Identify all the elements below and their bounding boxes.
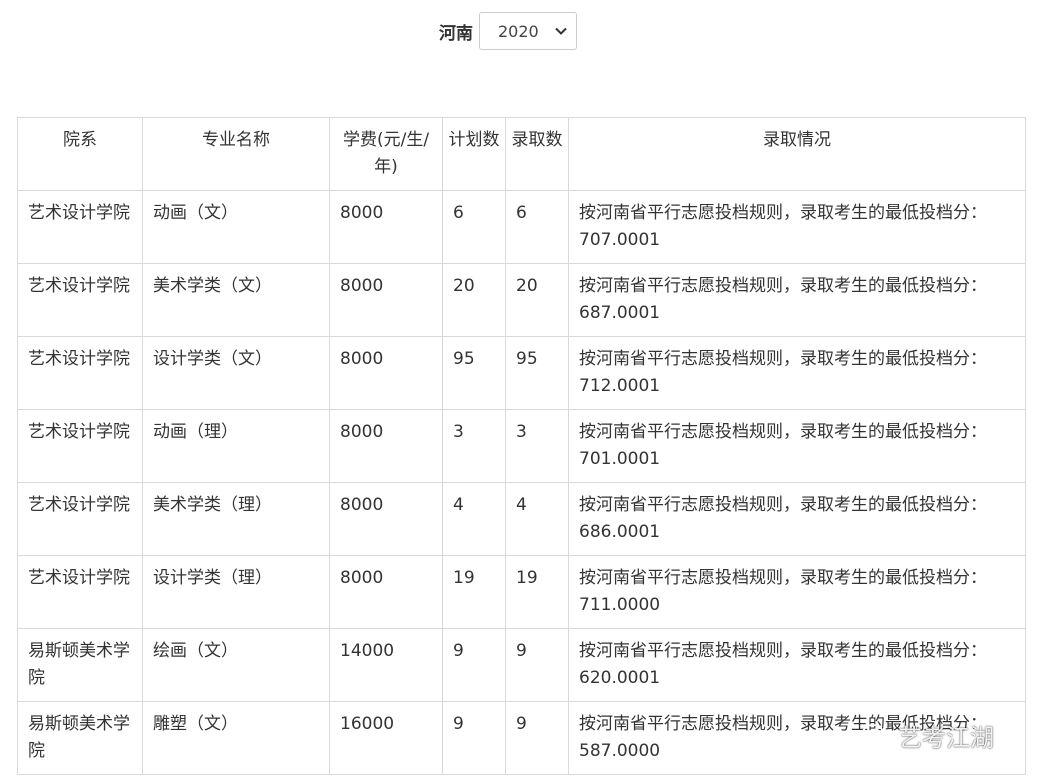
cell-major: 绘画（文） bbox=[142, 628, 330, 702]
cell-major: 动画（理） bbox=[142, 409, 330, 483]
cell-status: 按河南省平行志愿投档规则，录取考生的最低投档分：587.0000 bbox=[568, 701, 1026, 775]
cell-fee: 8000 bbox=[329, 482, 443, 556]
table-row: 易斯顿美术学院 绘画（文） 14000 9 9 按河南省平行志愿投档规则，录取考… bbox=[17, 628, 1026, 702]
table-row: 艺术设计学院 动画（理） 8000 3 3 按河南省平行志愿投档规则，录取考生的… bbox=[17, 409, 1026, 483]
cell-plan: 6 bbox=[442, 190, 506, 264]
cell-fee: 16000 bbox=[329, 701, 443, 775]
header-plan: 计划数 bbox=[442, 117, 506, 191]
cell-plan: 4 bbox=[442, 482, 506, 556]
table-row: 艺术设计学院 动画（文） 8000 6 6 按河南省平行志愿投档规则，录取考生的… bbox=[17, 190, 1026, 264]
cell-fee: 8000 bbox=[329, 263, 443, 337]
cell-admit: 6 bbox=[505, 190, 569, 264]
cell-dept: 易斯顿美术学院 bbox=[17, 701, 143, 775]
cell-status: 按河南省平行志愿投档规则，录取考生的最低投档分：620.0001 bbox=[568, 628, 1026, 702]
cell-dept: 艺术设计学院 bbox=[17, 482, 143, 556]
cell-admit: 20 bbox=[505, 263, 569, 337]
cell-status: 按河南省平行志愿投档规则，录取考生的最低投档分：712.0001 bbox=[568, 336, 1026, 410]
table-row: 艺术设计学院 设计学类（文） 8000 95 95 按河南省平行志愿投档规则，录… bbox=[17, 336, 1026, 410]
cell-major: 雕塑（文） bbox=[142, 701, 330, 775]
cell-dept: 艺术设计学院 bbox=[17, 409, 143, 483]
cell-admit: 4 bbox=[505, 482, 569, 556]
header-major: 专业名称 bbox=[142, 117, 330, 191]
cell-dept: 艺术设计学院 bbox=[17, 263, 143, 337]
cell-dept: 艺术设计学院 bbox=[17, 190, 143, 264]
header-dept: 院系 bbox=[17, 117, 143, 191]
filter-bar: 河南 2020 bbox=[0, 12, 1044, 50]
cell-admit: 95 bbox=[505, 336, 569, 410]
chevron-down-icon bbox=[550, 27, 572, 35]
cell-dept: 艺术设计学院 bbox=[17, 555, 143, 629]
cell-major: 美术学类（文） bbox=[142, 263, 330, 337]
cell-major: 动画（文） bbox=[142, 190, 330, 264]
cell-major: 设计学类（理） bbox=[142, 555, 330, 629]
year-select-value: 2020 bbox=[498, 21, 539, 41]
table-row: 艺术设计学院 美术学类（理） 8000 4 4 按河南省平行志愿投档规则，录取考… bbox=[17, 482, 1026, 556]
table-row: 艺术设计学院 美术学类（文） 8000 20 20 按河南省平行志愿投档规则，录… bbox=[17, 263, 1026, 337]
cell-admit: 9 bbox=[505, 628, 569, 702]
admission-table: 院系 专业名称 学费(元/生/年) 计划数 录取数 录取情况 艺术设计学院 动画… bbox=[17, 117, 1026, 775]
table-header-row: 院系 专业名称 学费(元/生/年) 计划数 录取数 录取情况 bbox=[17, 117, 1026, 191]
header-fee: 学费(元/生/年) bbox=[329, 117, 443, 191]
cell-admit: 19 bbox=[505, 555, 569, 629]
table-row: 易斯顿美术学院 雕塑（文） 16000 9 9 按河南省平行志愿投档规则，录取考… bbox=[17, 701, 1026, 775]
cell-fee: 14000 bbox=[329, 628, 443, 702]
cell-admit: 3 bbox=[505, 409, 569, 483]
cell-status: 按河南省平行志愿投档规则，录取考生的最低投档分：711.0000 bbox=[568, 555, 1026, 629]
cell-plan: 20 bbox=[442, 263, 506, 337]
province-label: 河南 bbox=[439, 23, 473, 44]
header-admit: 录取数 bbox=[505, 117, 569, 191]
cell-fee: 8000 bbox=[329, 409, 443, 483]
cell-status: 按河南省平行志愿投档规则，录取考生的最低投档分：686.0001 bbox=[568, 482, 1026, 556]
cell-plan: 9 bbox=[442, 628, 506, 702]
cell-status: 按河南省平行志愿投档规则，录取考生的最低投档分：707.0001 bbox=[568, 190, 1026, 264]
cell-dept: 易斯顿美术学院 bbox=[17, 628, 143, 702]
cell-plan: 3 bbox=[442, 409, 506, 483]
admission-table-container: 院系 专业名称 学费(元/生/年) 计划数 录取数 录取情况 艺术设计学院 动画… bbox=[17, 117, 1026, 775]
year-select[interactable]: 2020 bbox=[479, 12, 577, 50]
cell-fee: 8000 bbox=[329, 336, 443, 410]
cell-dept: 艺术设计学院 bbox=[17, 336, 143, 410]
cell-fee: 8000 bbox=[329, 190, 443, 264]
cell-status: 按河南省平行志愿投档规则，录取考生的最低投档分：701.0001 bbox=[568, 409, 1026, 483]
cell-major: 设计学类（文） bbox=[142, 336, 330, 410]
cell-status: 按河南省平行志愿投档规则，录取考生的最低投档分：687.0001 bbox=[568, 263, 1026, 337]
cell-plan: 19 bbox=[442, 555, 506, 629]
table-row: 艺术设计学院 设计学类（理） 8000 19 19 按河南省平行志愿投档规则，录… bbox=[17, 555, 1026, 629]
cell-admit: 9 bbox=[505, 701, 569, 775]
cell-plan: 95 bbox=[442, 336, 506, 410]
header-status: 录取情况 bbox=[568, 117, 1026, 191]
cell-fee: 8000 bbox=[329, 555, 443, 629]
cell-major: 美术学类（理） bbox=[142, 482, 330, 556]
cell-plan: 9 bbox=[442, 701, 506, 775]
